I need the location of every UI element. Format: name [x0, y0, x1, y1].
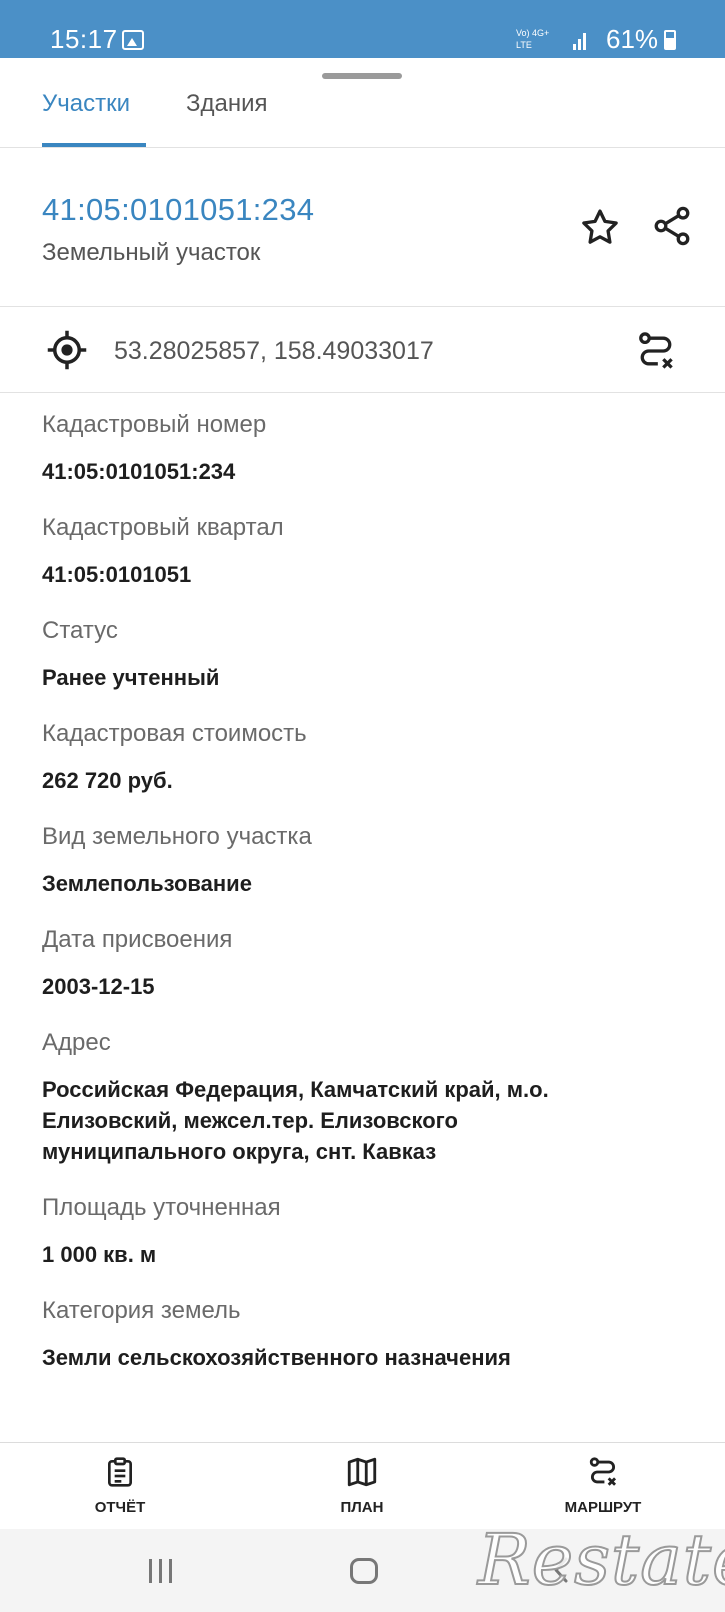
field-label: Кадастровый квартал: [42, 514, 284, 541]
object-header: 41:05:0101051:234 Земельный участок: [0, 149, 725, 307]
field-assignment-date: Дата присвоения 2003-12-15: [42, 926, 682, 1002]
coordinates-value: 53.28025857, 158.49033017: [114, 337, 434, 365]
route-icon: [639, 332, 673, 369]
recent-apps-icon[interactable]: [147, 1559, 177, 1587]
field-label: Адрес: [42, 1029, 111, 1056]
target-icon: [47, 330, 87, 370]
status-time: 15:17: [50, 24, 118, 54]
tab-bar: Участки Здания: [0, 80, 725, 148]
share-icon: [654, 206, 690, 246]
signal-icon: [573, 32, 587, 50]
network-top-text: Vo) 4G+: [516, 28, 550, 38]
sheet-drag-handle[interactable]: [322, 73, 402, 79]
field-land-category: Категория земель Земли сельскохозяйствен…: [42, 1297, 682, 1373]
map-icon: [347, 1457, 377, 1487]
network-bottom-text: LTE: [516, 40, 532, 50]
cadastral-number-title[interactable]: 41:05:0101051:234: [42, 192, 314, 228]
battery-icon: [664, 30, 676, 50]
tab-buildings[interactable]: Здания: [186, 90, 268, 118]
field-cadastral-number: Кадастровый номер 41:05:0101051:234: [42, 411, 682, 487]
star-icon: [582, 209, 618, 244]
field-value: Российская Федерация, Камчатский край, м…: [42, 1077, 549, 1164]
route-nav-button[interactable]: МАРШРУТ: [548, 1455, 658, 1516]
object-type: Земельный участок: [42, 239, 261, 266]
details-list: Кадастровый номер 41:05:0101051:234 Када…: [42, 393, 682, 1373]
plan-button[interactable]: ПЛАН: [322, 1455, 402, 1516]
nav-label-plan: ПЛАН: [340, 1499, 384, 1516]
field-value: 1 000 кв. м: [42, 1242, 157, 1267]
field-cadastral-quarter: Кадастровый квартал 41:05:0101051: [42, 514, 682, 590]
field-land-type: Вид земельного участка Землепользование: [42, 823, 682, 899]
report-icon: [108, 1457, 132, 1487]
field-label: Дата присвоения: [42, 926, 233, 953]
route-icon: [589, 1457, 617, 1486]
report-button[interactable]: ОТЧЁТ: [80, 1455, 160, 1516]
field-area: Площадь уточненная 1 000 кв. м: [42, 1194, 682, 1270]
field-label: Кадастровая стоимость: [42, 720, 307, 747]
field-address: Адрес Российская Федерация, Камчатский к…: [42, 1029, 682, 1167]
field-label: Категория земель: [42, 1297, 241, 1324]
field-value: Ранее учтенный: [42, 665, 220, 690]
bottom-action-bar: ОТЧЁТ ПЛАН МАРШРУТ: [0, 1442, 725, 1529]
home-icon[interactable]: [350, 1558, 378, 1584]
route-button[interactable]: [634, 329, 678, 373]
field-label: Статус: [42, 617, 118, 644]
field-value: 41:05:0101051: [42, 562, 192, 587]
field-label: Вид земельного участка: [42, 823, 312, 850]
tab-plots[interactable]: Участки: [42, 90, 130, 118]
watermark-logo: Restate: [477, 1518, 725, 1602]
image-notification-icon: [122, 30, 144, 50]
status-bar: 15:17 Vo) 4G+ LTE 61%: [0, 0, 725, 58]
network-volte-label: Vo) 4G+ LTE: [516, 28, 549, 50]
coordinates-row[interactable]: 53.28025857, 158.49033017: [0, 307, 725, 393]
field-value: 2003-12-15: [42, 974, 155, 999]
nav-label-route: МАРШРУТ: [564, 1499, 642, 1516]
field-label: Площадь уточненная: [42, 1194, 281, 1221]
field-value: 262 720 руб.: [42, 768, 173, 793]
battery-percent: 61%: [606, 24, 659, 54]
field-label: Кадастровый номер: [42, 411, 267, 438]
field-cadastral-value: Кадастровая стоимость 262 720 руб.: [42, 720, 682, 796]
field-status: Статус Ранее учтенный: [42, 617, 682, 693]
field-value: 41:05:0101051:234: [42, 459, 236, 484]
favorite-button[interactable]: [578, 206, 622, 250]
field-value: Землепользование: [42, 871, 252, 896]
active-tab-indicator: [42, 143, 146, 147]
share-button[interactable]: [650, 204, 694, 248]
field-value: Земли сельскохозяйственного назначения: [42, 1345, 511, 1370]
nav-label-report: ОТЧЁТ: [94, 1499, 146, 1516]
